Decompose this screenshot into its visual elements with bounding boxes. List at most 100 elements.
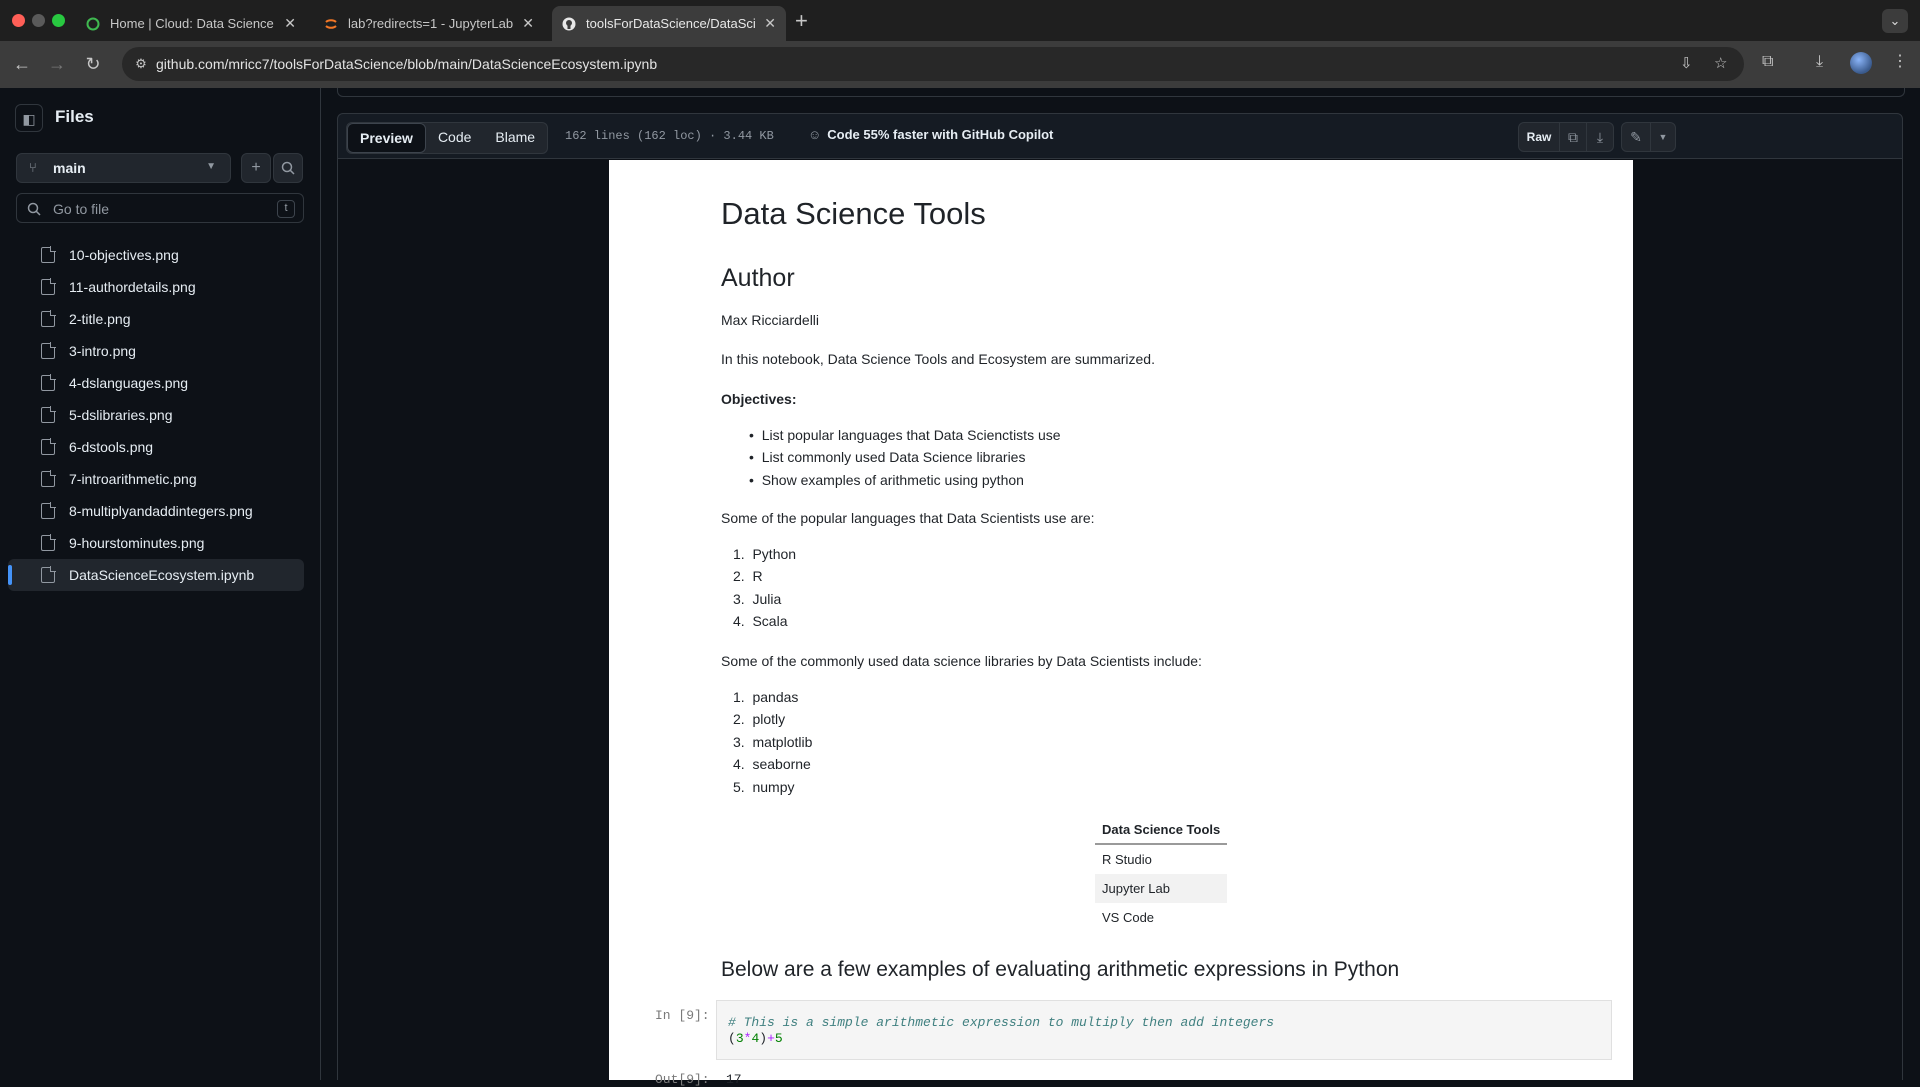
file-name: 7-introarithmetic.png <box>69 471 197 487</box>
notebook-render: Data Science Tools Author Max Ricciardel… <box>609 160 1633 1087</box>
file-tree-item[interactable]: 4-dslanguages.png <box>8 367 304 399</box>
file-tree-item[interactable]: 8-multiplyandaddintegers.png <box>8 495 304 527</box>
tab-search-chevron-icon[interactable]: ⌄ <box>1882 9 1908 33</box>
file-icon <box>41 342 56 359</box>
file-tree-item[interactable]: 10-objectives.png <box>8 239 304 271</box>
close-tab-icon[interactable]: ✕ <box>522 15 534 32</box>
file-tree-item[interactable]: 2-title.png <box>8 303 304 335</box>
libraries-intro: Some of the commonly used data science l… <box>721 653 1202 669</box>
copilot-icon: ☺ <box>808 127 822 142</box>
file-name: 9-hourstominutes.png <box>69 535 205 551</box>
list-item: 3. Julia <box>733 590 782 607</box>
browser-menu-icon[interactable]: ⋮ <box>1892 51 1908 71</box>
branch-selector[interactable]: ⑂ main ▼ <box>16 153 231 183</box>
browser-toolbar: ← → ↻ ⚙ github.com/mricc7/toolsForDataSc… <box>0 41 1920 88</box>
file-meta: 162 lines (162 loc) · 3.44 KB <box>565 129 774 143</box>
intro-paragraph: In this notebook, Data Science Tools and… <box>721 351 1155 367</box>
reload-icon[interactable]: ↻ <box>81 50 105 78</box>
site-settings-icon[interactable]: ⚙ <box>132 55 150 73</box>
file-icon <box>41 246 56 263</box>
browser-tab-jupyterlab[interactable]: lab?redirects=1 - JupyterLab ✕ <box>314 6 544 41</box>
tab-blame[interactable]: Blame <box>483 123 547 153</box>
edit-pencil-icon[interactable]: ✎ <box>1621 122 1651 152</box>
notebook-title: Data Science Tools <box>721 196 986 231</box>
close-tab-icon[interactable]: ✕ <box>764 15 776 32</box>
download-icon[interactable]: ⤓ <box>1816 53 1823 71</box>
file-tree-item[interactable]: 6-dstools.png <box>8 431 304 463</box>
extensions-puzzle-icon[interactable]: ⧉ <box>1762 53 1773 71</box>
url-text[interactable]: github.com/mricc7/toolsForDataScience/bl… <box>156 47 657 81</box>
file-name: 2-title.png <box>69 311 131 327</box>
window-minimize-button[interactable] <box>32 14 45 27</box>
file-tree-item-selected[interactable]: DataScienceEcosystem.ipynb <box>8 559 304 591</box>
file-tree-item[interactable]: 9-hourstominutes.png <box>8 527 304 559</box>
list-item: 1. Python <box>733 546 797 562</box>
branch-name: main <box>53 160 86 176</box>
copilot-promo[interactable]: ☺ Code 55% faster with GitHub Copilot <box>808 127 1053 142</box>
go-to-file-input[interactable] <box>51 198 265 220</box>
code-cell: # This is a simple arithmetic expression… <box>716 1000 1612 1060</box>
close-tab-icon[interactable]: ✕ <box>284 15 296 32</box>
file-name: 11-authordetails.png <box>69 279 196 295</box>
add-file-button[interactable]: + <box>241 153 271 183</box>
list-item: 2. plotly <box>733 711 786 728</box>
file-view-header: Preview Code Blame 162 lines (162 loc) ·… <box>337 113 1903 159</box>
author-name: Max Ricciardelli <box>721 312 820 328</box>
caret-down-icon: ▼ <box>206 161 216 172</box>
arithmetic-heading: Below are a few examples of evaluating a… <box>721 958 1400 981</box>
github-logo-icon <box>562 17 576 30</box>
file-icon <box>41 566 56 583</box>
file-name: 6-dstools.png <box>69 439 154 455</box>
go-to-file-field[interactable]: t <box>16 193 304 223</box>
tab-preview[interactable]: Preview <box>347 123 426 153</box>
list-item: 2. R <box>733 568 763 585</box>
browser-tab-github[interactable]: toolsForDataScience/DataScienceEcosystem… <box>552 6 786 41</box>
file-name: 10-objectives.png <box>69 247 179 263</box>
file-icon <box>41 502 56 519</box>
tools-table: Data Science Tools R Studio Jupyter Lab … <box>1095 816 1228 932</box>
table-cell: Jupyter Lab <box>1095 874 1228 903</box>
more-edit-options-icon[interactable]: ▼ <box>1650 122 1676 152</box>
copy-raw-icon[interactable]: ⧉ <box>1559 122 1587 152</box>
raw-button[interactable]: Raw <box>1518 122 1560 152</box>
list-item: 1. pandas <box>733 689 799 705</box>
list-item: 4. Scala <box>733 613 788 630</box>
languages-list: 1. Python 2. R 3. Julia 4. Scala <box>733 543 796 633</box>
author-heading: Author <box>721 264 795 292</box>
back-arrow-icon[interactable]: ← <box>10 50 34 78</box>
download-raw-icon[interactable]: ⤓ <box>1586 122 1614 152</box>
search-code-button[interactable] <box>273 153 303 183</box>
file-icon <box>41 278 56 295</box>
window-close-button[interactable] <box>12 14 25 27</box>
file-icon <box>41 374 56 391</box>
browser-tab-bar: Home | Cloud: Data Science and ✕ lab?red… <box>0 0 1920 41</box>
install-app-icon[interactable]: ⇩ <box>1680 54 1693 72</box>
tab-code[interactable]: Code <box>426 123 483 153</box>
search-icon <box>281 161 295 175</box>
tab-title: lab?redirects=1 - JupyterLab <box>348 16 514 31</box>
new-tab-icon[interactable]: + <box>795 8 808 34</box>
window-maximize-button[interactable] <box>52 14 65 27</box>
jupyter-logo-icon <box>325 18 337 29</box>
table-cell: R Studio <box>1102 852 1152 867</box>
browser-tab-cloud[interactable]: Home | Cloud: Data Science and ✕ <box>76 6 306 41</box>
profile-avatar[interactable] <box>1850 52 1872 74</box>
file-tree-item[interactable]: 7-introarithmetic.png <box>8 463 304 495</box>
file-list: 10-objectives.png 11-authordetails.png 2… <box>8 239 304 591</box>
file-tree-item[interactable]: 11-authordetails.png <box>8 271 304 303</box>
address-bar[interactable]: ⚙ github.com/mricc7/toolsForDataScience/… <box>122 47 1744 81</box>
breadcrumb-header-edge <box>337 88 1905 97</box>
search-icon <box>27 202 41 216</box>
sidebar-title: Files <box>55 107 94 126</box>
list-item: 5. numpy <box>733 778 795 795</box>
file-icon <box>41 438 56 455</box>
file-icon <box>41 534 56 551</box>
file-tree-item[interactable]: 3-intro.png <box>8 335 304 367</box>
loading-spinner-icon <box>86 17 100 30</box>
bookmark-star-icon[interactable]: ☆ <box>1714 54 1727 72</box>
sidebar-collapse-icon[interactable]: ◧ <box>15 104 43 132</box>
list-item: 3. matplotlib <box>733 733 813 750</box>
file-name: 8-multiplyandaddintegers.png <box>69 503 253 519</box>
forward-arrow-icon[interactable]: → <box>45 50 69 78</box>
file-tree-item[interactable]: 5-dslibraries.png <box>8 399 304 431</box>
